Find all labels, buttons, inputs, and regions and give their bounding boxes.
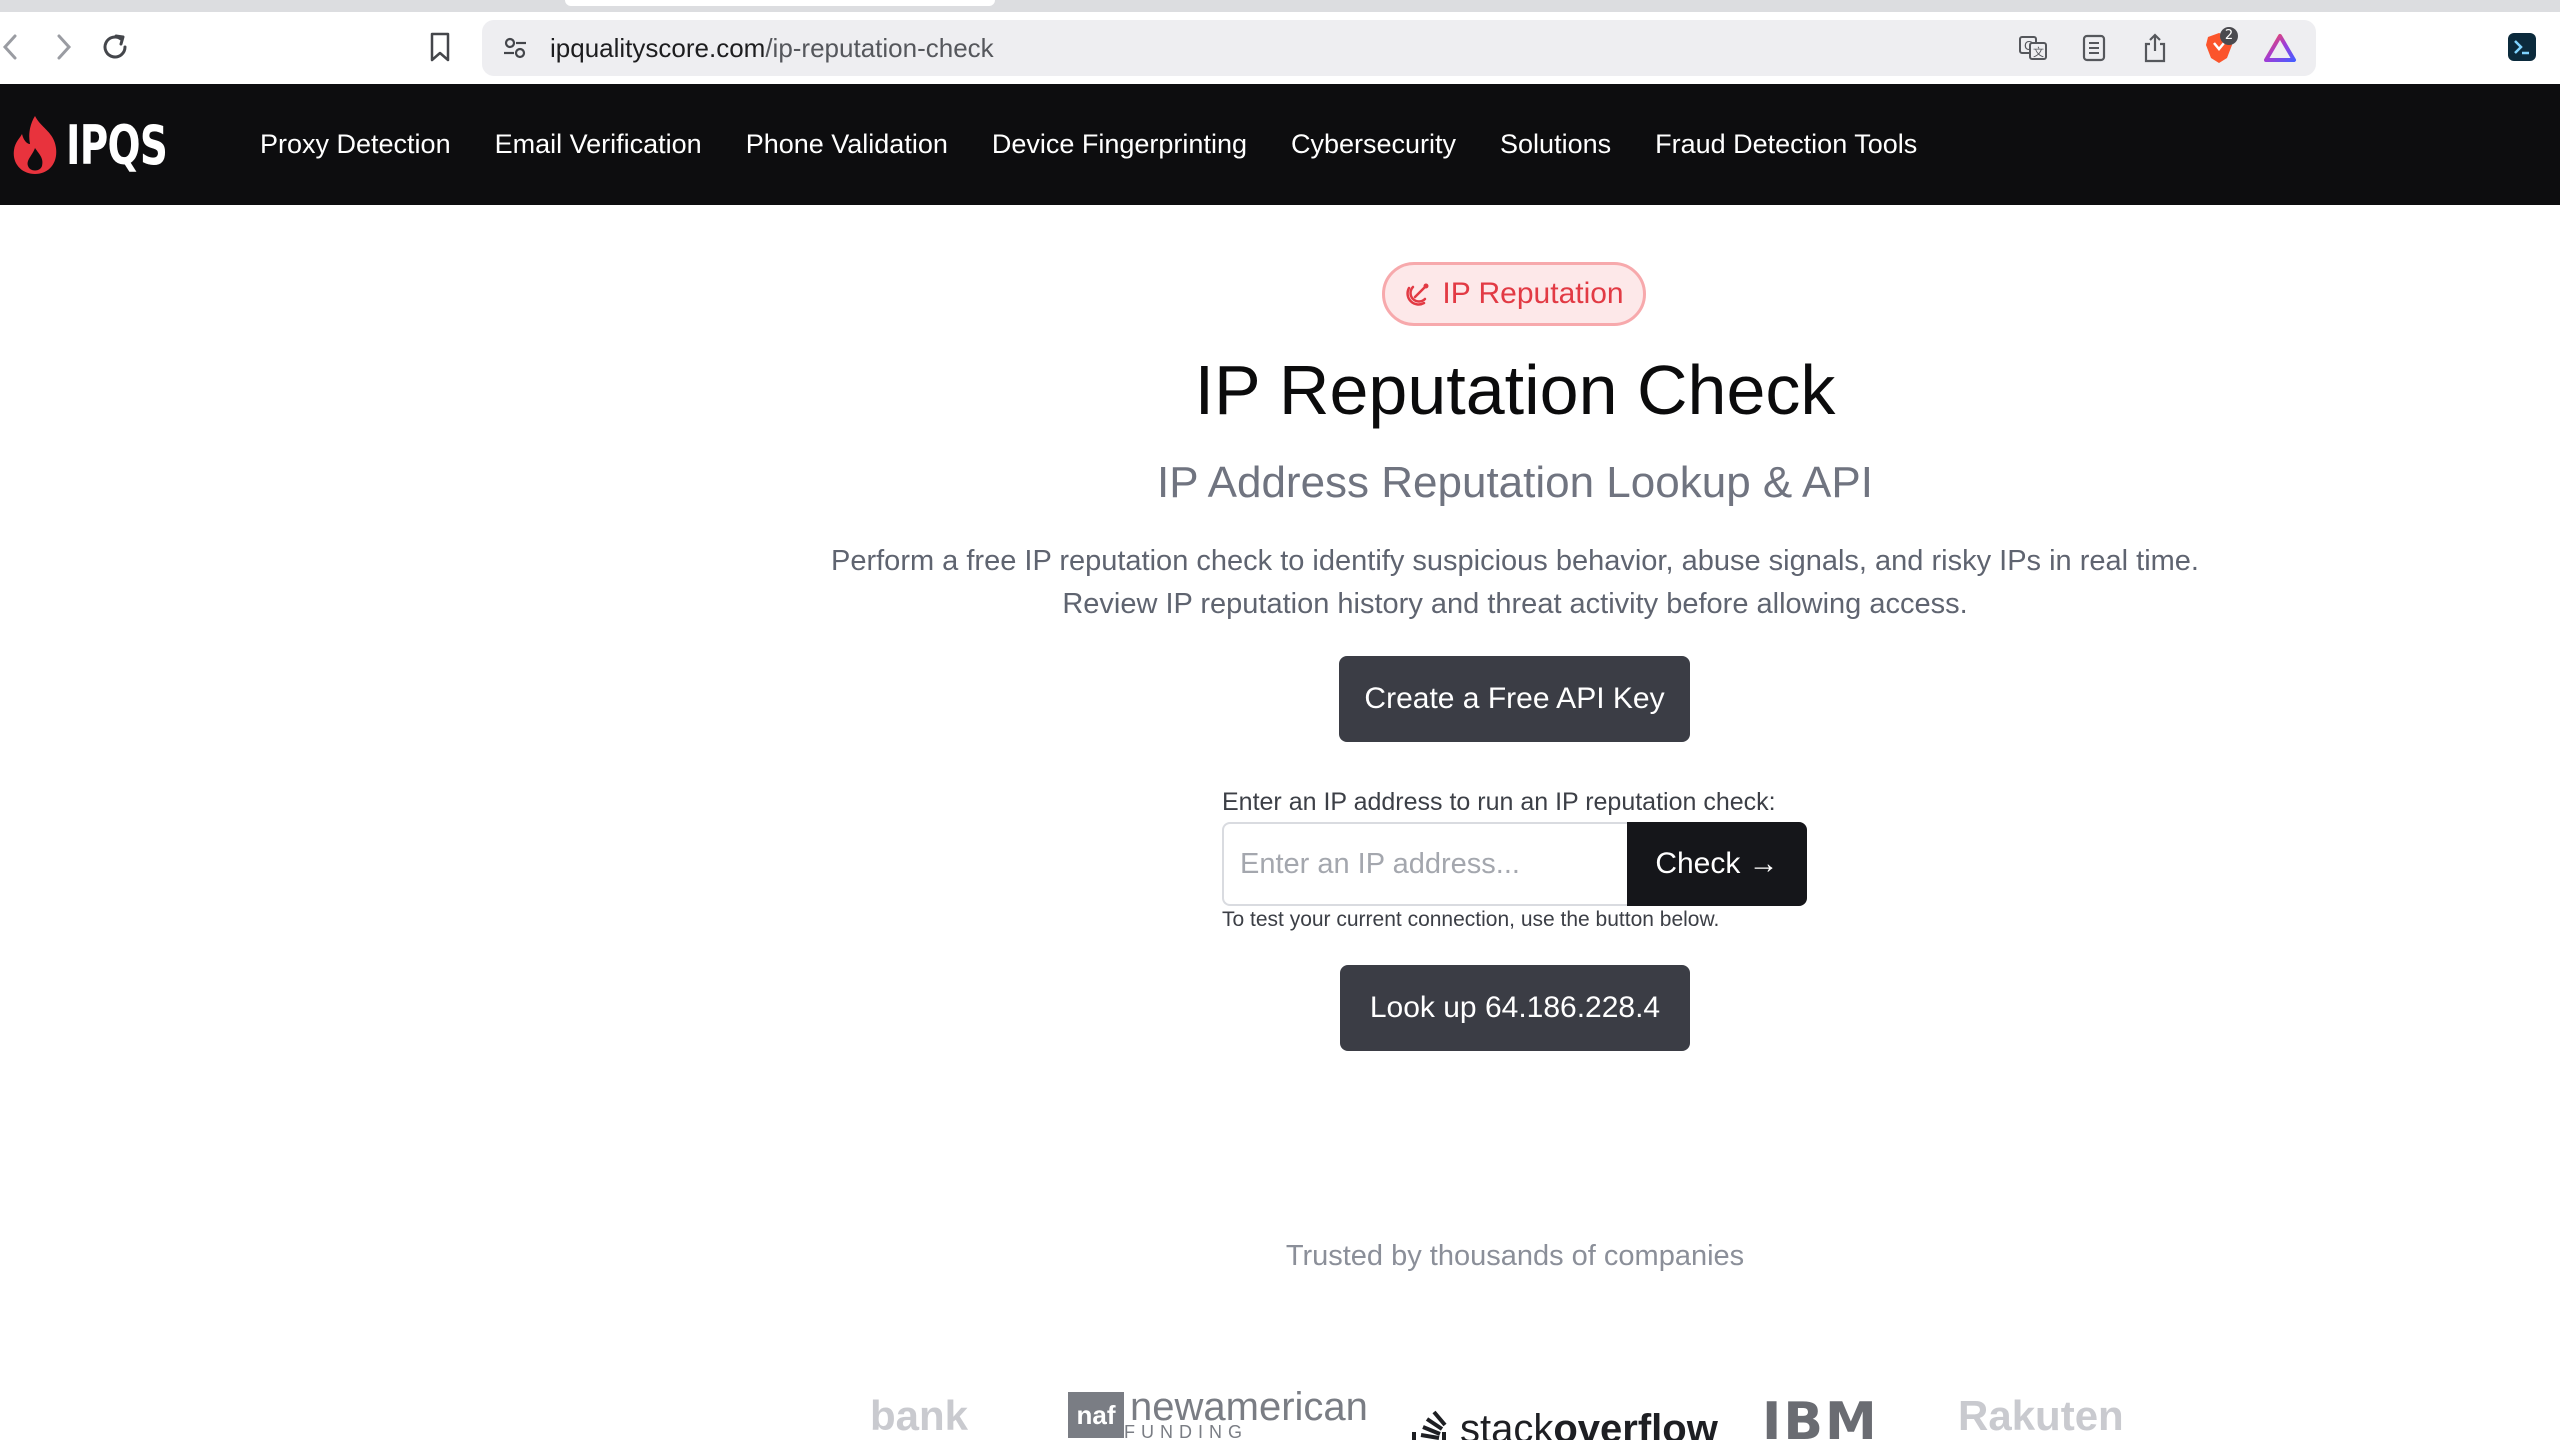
badge-label: IP Reputation: [1442, 277, 1624, 310]
naf-mark: naf: [1068, 1392, 1124, 1438]
company-logos-strip: bank naf newamerican FUNDING stackoverfl…: [0, 1378, 2560, 1440]
rakuten-logo: Rakuten: [1958, 1392, 2124, 1439]
terminal-extension-icon[interactable]: [2497, 22, 2547, 72]
nav-cybersecurity[interactable]: Cybersecurity: [1269, 129, 1478, 160]
lookup-current-ip-button[interactable]: Look up 64.186.228.4: [1340, 965, 1690, 1051]
reload-icon[interactable]: [90, 22, 140, 72]
lookup-hint: To test your current connection, use the…: [1222, 908, 1720, 931]
bank-logo: bank: [870, 1392, 969, 1439]
main-nav: Proxy Detection Email Verification Phone…: [238, 84, 1939, 205]
brave-shields-icon[interactable]: 2: [2198, 27, 2240, 69]
newamerican-funding-logo: naf newamerican FUNDING: [1068, 1385, 1368, 1440]
ip-address-input[interactable]: [1222, 822, 1628, 906]
bookmark-icon[interactable]: [415, 22, 465, 72]
browser-toolbar: ipqualityscore.com/ip-reputation-check G…: [0, 12, 2560, 85]
stackoverflow-logo: stackoverflow: [1410, 1392, 1718, 1440]
naf-name: newamerican: [1130, 1385, 1368, 1429]
tab-strip: [0, 0, 2560, 12]
brave-rewards-icon[interactable]: [2259, 27, 2301, 69]
url-path: /ip-reputation-check: [765, 33, 994, 63]
page-subtitle: IP Address Reputation Lookup & API: [1157, 458, 1873, 507]
back-icon[interactable]: [0, 22, 36, 72]
url-text[interactable]: ipqualityscore.com/ip-reputation-check: [550, 20, 994, 76]
share-icon[interactable]: [2134, 27, 2176, 69]
forward-icon[interactable]: [38, 22, 88, 72]
nav-solutions[interactable]: Solutions: [1478, 129, 1633, 160]
so-text-a: stack: [1460, 1407, 1554, 1440]
site-header: IPQS Proxy Detection Email Verification …: [0, 84, 2560, 205]
site-settings-icon[interactable]: [494, 27, 536, 69]
translate-icon[interactable]: G文: [2012, 27, 2054, 69]
so-text-b: overflow: [1553, 1407, 1718, 1440]
active-tab[interactable]: [565, 0, 995, 6]
trusted-heading: Trusted by thousands of companies: [1285, 1240, 1745, 1272]
ipqs-logo[interactable]: IPQS: [8, 112, 206, 178]
address-bar[interactable]: ipqualityscore.com/ip-reputation-check G…: [482, 20, 2316, 76]
page-description: Perform a free IP reputation check to id…: [831, 545, 2199, 620]
stackoverflow-icon: [1412, 1410, 1447, 1440]
nav-fraud-detection-tools[interactable]: Fraud Detection Tools: [1633, 129, 1939, 160]
svg-text:文: 文: [2033, 45, 2044, 59]
ip-reputation-badge: IP Reputation: [1382, 262, 1646, 326]
logo-text: IPQS: [66, 113, 168, 177]
url-host: ipqualityscore.com: [550, 33, 766, 63]
page-title: IP Reputation Check: [1194, 351, 1836, 429]
radar-icon: [1406, 283, 1429, 306]
create-api-key-button[interactable]: Create a Free API Key: [1339, 656, 1690, 742]
nav-device-fingerprinting[interactable]: Device Fingerprinting: [970, 129, 1269, 160]
check-button[interactable]: Check →: [1627, 822, 1807, 906]
shield-count-badge: 2: [2220, 27, 2238, 45]
nav-proxy-detection[interactable]: Proxy Detection: [238, 129, 473, 160]
reader-mode-icon[interactable]: [2073, 27, 2115, 69]
nav-email-verification[interactable]: Email Verification: [473, 129, 724, 160]
ip-input-label: Enter an IP address to run an IP reputat…: [1222, 788, 1776, 816]
nav-phone-validation[interactable]: Phone Validation: [724, 129, 970, 160]
ibm-logo: IBM: [1762, 1392, 1879, 1440]
flame-icon: [13, 116, 57, 174]
